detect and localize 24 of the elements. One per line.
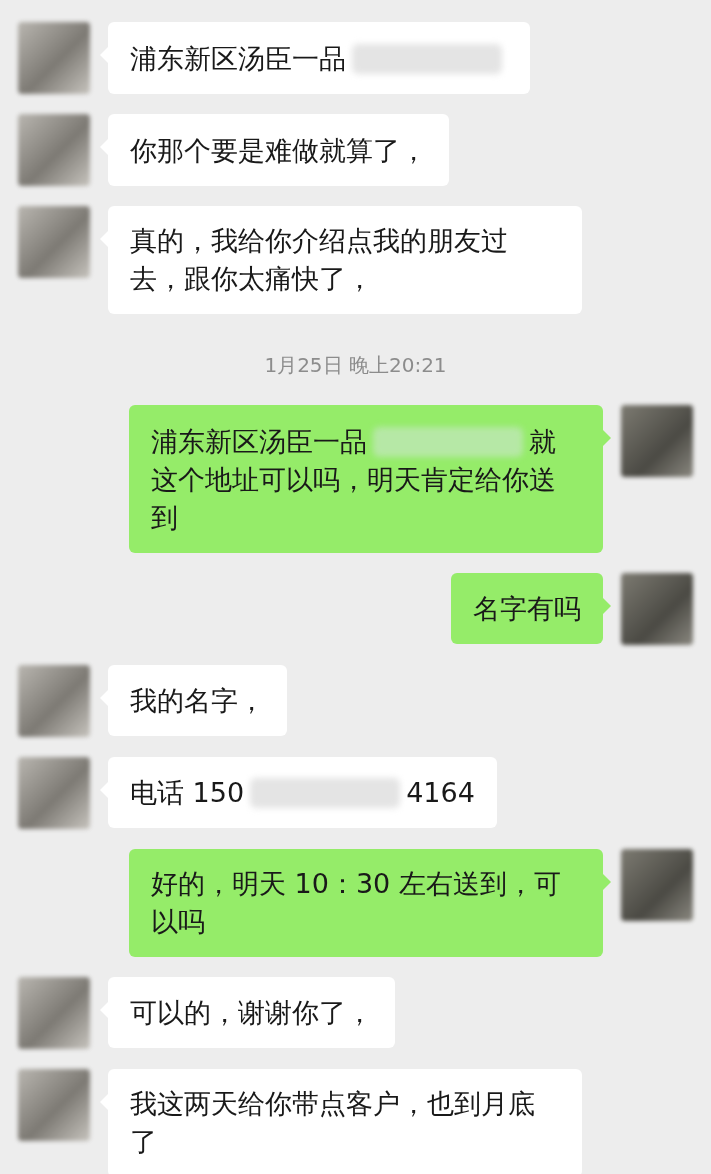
avatar[interactable] [621,405,693,477]
message-text: 4164 [406,776,475,810]
avatar[interactable] [621,848,693,921]
avatar[interactable] [18,1068,90,1141]
avatar[interactable] [621,572,693,645]
message-text: 我的名字， [130,684,265,718]
message-text: 你那个要是难做就算了， [130,133,427,168]
message-text: 好的，明天 10：30 左右送到，可以吗 [151,866,562,939]
message-text: 真的，我给你介绍点我的朋友过去，跟你太痛快了， [130,224,509,296]
message-text: 可以的，谢谢你了， [130,996,373,1030]
avatar[interactable] [18,206,90,278]
avatar[interactable] [18,114,90,186]
avatar[interactable] [18,22,90,94]
message-text: 浦东新区汤臣一品 [130,41,346,76]
message-text: 我这两天给你带点客户，也到月底了 [130,1086,536,1159]
message-text: 就 [529,424,556,459]
message-text: 名字有吗 [473,592,581,626]
avatar[interactable] [18,756,90,829]
message-text: 这个地址可以吗，明天肯定给你送到 [151,462,557,535]
message-text: 电话 150 [130,776,245,810]
avatar[interactable] [18,976,90,1049]
avatar[interactable] [18,664,90,737]
timestamp: 1月25日 晚上20:21 [264,352,447,379]
message-text: 浦东新区汤臣一品 [151,424,367,459]
